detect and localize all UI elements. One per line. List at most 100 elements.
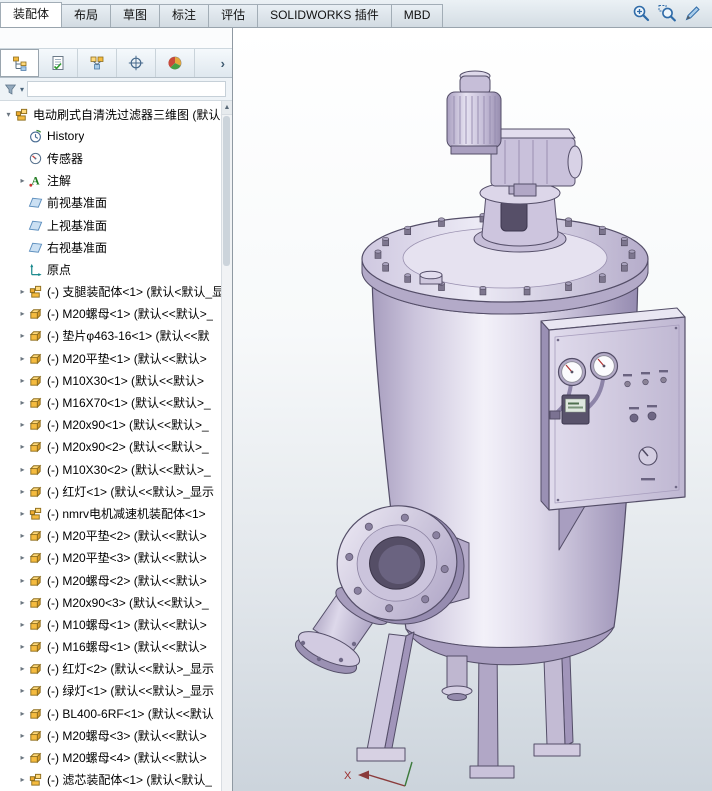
- panel-top-spacer: [0, 28, 232, 48]
- digital-display: [561, 394, 590, 425]
- tree-item[interactable]: 前视基准面: [0, 192, 232, 214]
- tree-item-label: 原点: [47, 262, 72, 277]
- expand-arrow-icon[interactable]: ▸: [17, 420, 28, 429]
- tree-item[interactable]: ▸ (-) nmrv电机减速机装配体<1>: [0, 502, 232, 524]
- ribbon-tab-3[interactable]: 草图: [111, 4, 161, 27]
- manager-tab-featuremanager[interactable]: [0, 49, 39, 77]
- tree-root[interactable]: ▾ 电动刷式自清洗过滤器三维图 (默认<: [0, 103, 232, 125]
- expand-arrow-icon[interactable]: ▾: [3, 110, 14, 119]
- tree-item[interactable]: ▸ (-) M20螺母<2> (默认<<默认>: [0, 569, 232, 591]
- manager-tab-configurationmanager[interactable]: [78, 49, 117, 77]
- expand-arrow-icon[interactable]: ▸: [17, 709, 28, 718]
- triad-x-label: X: [344, 770, 352, 782]
- ribbon-tools: [632, 4, 712, 27]
- expand-arrow-icon[interactable]: ▸: [17, 354, 28, 363]
- expand-arrow-icon[interactable]: ▸: [17, 576, 28, 585]
- tree-item-label: (-) M20x90<1> (默认<<默认>_: [47, 418, 209, 433]
- tree-item-label: 前视基准面: [47, 196, 108, 211]
- tree-item[interactable]: ▸ (-) 支腿装配体<1> (默认<默认_显: [0, 281, 232, 303]
- sensor-icon: [28, 151, 43, 166]
- expand-arrow-icon[interactable]: ▸: [17, 376, 28, 385]
- expand-arrow-icon[interactable]: ▸: [17, 553, 28, 562]
- manager-tab-dimxpertmanager[interactable]: [117, 49, 156, 77]
- chevron-down-icon[interactable]: ▾: [20, 85, 24, 94]
- tree-item-label: 注解: [47, 174, 72, 189]
- origin-icon: [28, 262, 43, 277]
- expand-arrow-icon[interactable]: ▸: [17, 686, 28, 695]
- tree-item[interactable]: ▸ (-) 红灯<1> (默认<<默认>_显示: [0, 480, 232, 502]
- tree-item[interactable]: 右视基准面: [0, 236, 232, 258]
- tree-item[interactable]: ▸ (-) M20螺母<1> (默认<<默认>_: [0, 303, 232, 325]
- ribbon-tab-7[interactable]: MBD: [391, 4, 444, 27]
- expand-arrow-icon[interactable]: ▸: [17, 620, 28, 629]
- tree-item[interactable]: ▸ (-) BL400-6RF<1> (默认<<默认: [0, 702, 232, 724]
- expand-arrow-icon[interactable]: ▸: [17, 487, 28, 496]
- filter-bar: ▾: [0, 78, 232, 101]
- scroll-thumb[interactable]: [223, 116, 230, 266]
- tree-item[interactable]: ▸ 注解: [0, 170, 232, 192]
- expand-arrow-icon[interactable]: ▸: [17, 287, 28, 296]
- 3d-model-filter-assembly[interactable]: X: [233, 28, 712, 791]
- tree-item[interactable]: 原点: [0, 258, 232, 280]
- zoom-area-icon[interactable]: [658, 4, 676, 22]
- edit-pencil-icon[interactable]: [684, 4, 702, 22]
- tree-item-label: (-) M20螺母<4> (默认<<默认>: [47, 751, 207, 766]
- expand-arrow-icon[interactable]: ▸: [17, 398, 28, 407]
- expand-arrow-icon[interactable]: ▸: [17, 664, 28, 673]
- tree-item[interactable]: ▸ (-) 绿灯<1> (默认<<默认>_显示: [0, 680, 232, 702]
- expand-arrow-icon[interactable]: ▸: [17, 642, 28, 651]
- ribbon-tab-6[interactable]: SOLIDWORKS 插件: [258, 4, 392, 27]
- expand-arrow-icon[interactable]: ▸: [17, 731, 28, 740]
- manager-tab-displaymanager[interactable]: [156, 49, 195, 77]
- ribbon-tab-2[interactable]: 布局: [62, 4, 112, 27]
- part-icon: [28, 328, 43, 343]
- expand-arrow-icon[interactable]: ▸: [17, 509, 28, 518]
- scroll-up-arrow-icon[interactable]: ▲: [222, 101, 232, 115]
- zoom-in-icon[interactable]: [632, 4, 650, 22]
- tree-item[interactable]: ▸ (-) M10X30<1> (默认<<默认>: [0, 369, 232, 391]
- support-leg-front[interactable]: [356, 631, 415, 762]
- tree-item[interactable]: ▸ (-) 垫片φ463-16<1> (默认<<默: [0, 325, 232, 347]
- tree-item[interactable]: ▸ (-) M20平垫<1> (默认<<默认>: [0, 347, 232, 369]
- tree-item[interactable]: ▸ (-) M10X30<2> (默认<<默认>_: [0, 458, 232, 480]
- tree-item[interactable]: ▸ (-) M20x90<2> (默认<<默认>_: [0, 436, 232, 458]
- tree-item-label: (-) M20螺母<1> (默认<<默认>_: [47, 307, 214, 322]
- expand-arrow-icon[interactable]: ▸: [17, 442, 28, 451]
- tree-item[interactable]: ▸ (-) 滤芯装配体<1> (默认<默认_: [0, 769, 232, 791]
- ribbon-tab-5[interactable]: 评估: [209, 4, 259, 27]
- tree-item[interactable]: ▸ (-) M16螺母<1> (默认<<默认>: [0, 636, 232, 658]
- expand-arrow-icon[interactable]: ▸: [17, 775, 28, 784]
- expand-arrow-icon[interactable]: ▸: [17, 598, 28, 607]
- expand-arrow-icon[interactable]: ▸: [17, 309, 28, 318]
- graphics-viewport[interactable]: X: [233, 28, 712, 791]
- tree-item[interactable]: 传感器: [0, 147, 232, 169]
- ribbon-tab-4[interactable]: 标注: [160, 4, 210, 27]
- expand-arrow-icon[interactable]: ▸: [17, 465, 28, 474]
- tree-scrollbar[interactable]: ▲: [221, 101, 232, 791]
- manager-tab-bar: ›: [0, 48, 232, 78]
- expand-arrow-icon[interactable]: ▸: [17, 176, 28, 185]
- filter-input[interactable]: [27, 81, 226, 97]
- tree-item[interactable]: ▸ (-) M20螺母<4> (默认<<默认>: [0, 746, 232, 768]
- tree-item[interactable]: History: [0, 125, 232, 147]
- tree-item[interactable]: ▸ (-) M20平垫<2> (默认<<默认>: [0, 525, 232, 547]
- orientation-triad: X: [344, 761, 413, 787]
- tree-item[interactable]: ▸ (-) M10螺母<1> (默认<<默认>: [0, 613, 232, 635]
- tree-item[interactable]: 上视基准面: [0, 214, 232, 236]
- tree-item[interactable]: ▸ (-) M16X70<1> (默认<<默认>_: [0, 391, 232, 413]
- tree-item[interactable]: ▸ (-) M20螺母<3> (默认<<默认>: [0, 724, 232, 746]
- part-icon: [28, 550, 43, 565]
- ribbon-tab-1[interactable]: 装配体: [0, 2, 63, 27]
- expand-arrow-icon[interactable]: ▸: [17, 531, 28, 540]
- manager-tab-propertymanager[interactable]: [39, 49, 78, 77]
- electric-motor[interactable]: [446, 70, 502, 155]
- tree-item[interactable]: ▸ (-) M20x90<3> (默认<<默认>_: [0, 591, 232, 613]
- filter-funnel-icon[interactable]: [4, 83, 17, 96]
- panel-collapse-chevron-icon[interactable]: ›: [221, 56, 232, 71]
- expand-arrow-icon[interactable]: ▸: [17, 753, 28, 762]
- tree-item[interactable]: ▸ (-) M20x90<1> (默认<<默认>_: [0, 414, 232, 436]
- expand-arrow-icon[interactable]: ▸: [17, 331, 28, 340]
- tree-item-label: (-) M10X30<2> (默认<<默认>_: [47, 462, 211, 477]
- tree-item[interactable]: ▸ (-) 红灯<2> (默认<<默认>_显示: [0, 658, 232, 680]
- tree-item[interactable]: ▸ (-) M20平垫<3> (默认<<默认>: [0, 547, 232, 569]
